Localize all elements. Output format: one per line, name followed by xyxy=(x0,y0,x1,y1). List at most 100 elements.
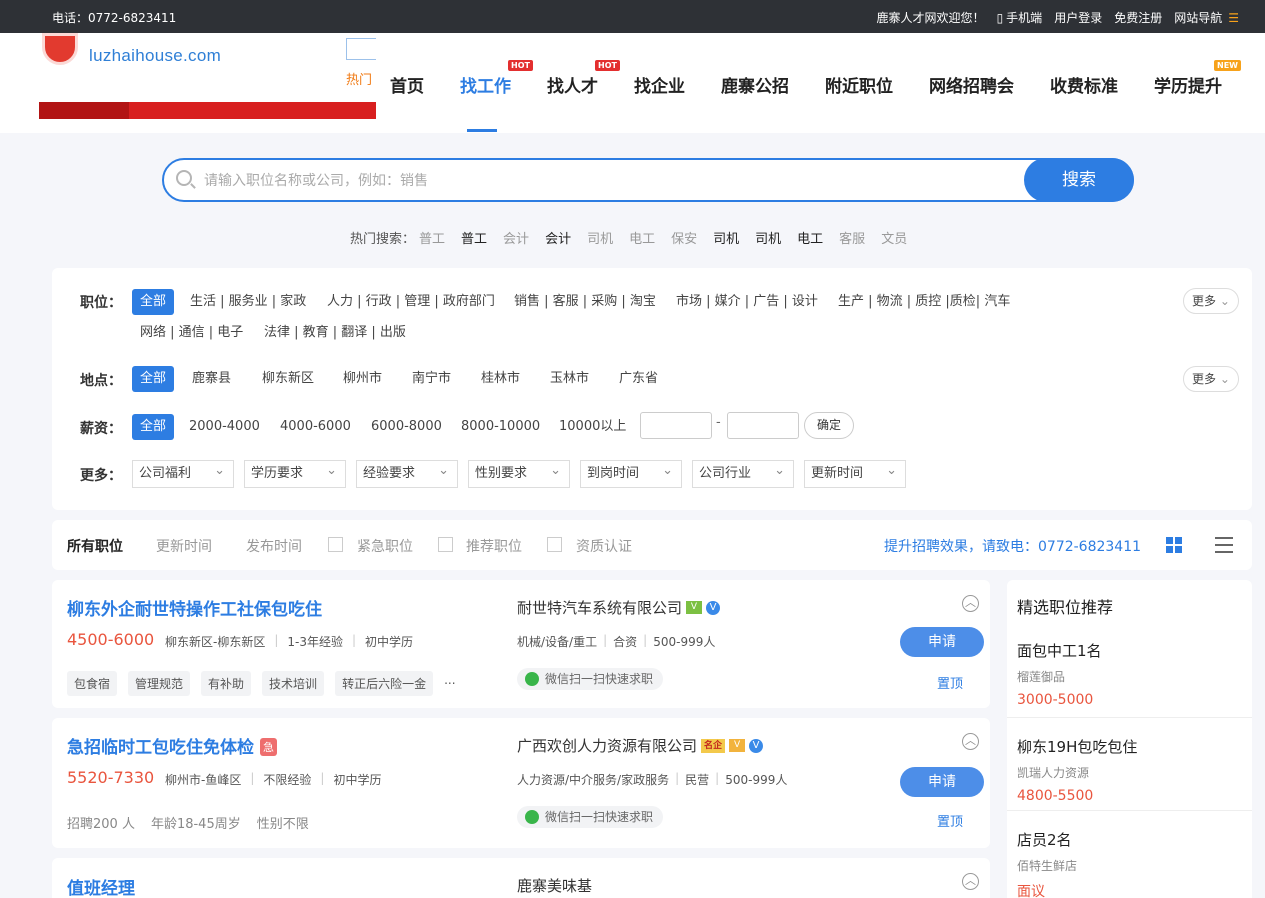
location-chip[interactable]: 玉林市 xyxy=(550,366,589,392)
recommended-job[interactable]: 柳东19H包吃包住 凯瑞人力资源 4800-5500 xyxy=(1007,717,1252,811)
position-more-button[interactable]: 更多 ⌄ xyxy=(1183,288,1239,314)
location-chip[interactable]: 广东省 xyxy=(619,366,658,392)
position-all-chip[interactable]: 全部 xyxy=(132,289,175,315)
search-button[interactable]: 搜索 xyxy=(1024,158,1134,202)
hot-search-label: 热门搜索： xyxy=(350,232,416,247)
company-name[interactable]: 耐世特汽车系统有限公司 V V xyxy=(517,597,721,618)
collapse-icon[interactable]: ︿ xyxy=(962,733,979,750)
hot-keyword[interactable]: 司机 xyxy=(713,228,739,247)
site-logo[interactable]: luzhaihouse.com xyxy=(39,33,376,119)
location-more-button[interactable]: 更多 ⌄ xyxy=(1183,366,1239,392)
position-chip[interactable]: 生产 | 物流 | 质控 |质检| 汽车 xyxy=(838,289,1010,315)
experience-select[interactable]: 经验要求 xyxy=(356,458,458,488)
hot-keyword[interactable]: 电工 xyxy=(629,228,655,247)
verified-icon: V xyxy=(749,738,764,753)
contact-phone: 电话：0772-6823411 xyxy=(52,11,177,25)
salary-chip[interactable]: 4000-6000 xyxy=(280,414,351,440)
more-tags: ... xyxy=(444,673,456,687)
search-input[interactable] xyxy=(204,170,1004,192)
nav-home[interactable]: 首页 xyxy=(390,72,424,97)
urgent-checkbox[interactable] xyxy=(328,537,343,552)
start-time-select[interactable]: 到岗时间 xyxy=(580,458,682,488)
hot-keyword[interactable]: 会计 xyxy=(545,228,571,247)
salary-max-input[interactable] xyxy=(727,412,799,439)
nav-job-fair[interactable]: 网络招聘会 xyxy=(929,72,1014,97)
register-link[interactable]: 免费注册 xyxy=(1114,9,1162,26)
sort-update-time[interactable]: 更新时间 xyxy=(156,536,212,556)
location-chip[interactable]: 鹿寨县 xyxy=(192,366,231,392)
wechat-apply[interactable]: 微信扫一扫快速求职 xyxy=(517,806,664,828)
job-card[interactable]: 急招临时工包吃住免体检急 5520-7330 柳州市-鱼峰区 | 不限经验 | 初中学历… xyxy=(52,718,990,848)
education-select[interactable]: 学历要求 xyxy=(244,458,346,488)
sort-all-jobs[interactable]: 所有职位 xyxy=(67,536,123,556)
hot-keyword[interactable]: 客服 xyxy=(839,228,865,247)
pin-top-link[interactable]: 置顶 xyxy=(937,673,963,692)
job-card[interactable]: 值班经理 鹿寨美味基 ︿ xyxy=(52,858,990,898)
hot-keyword[interactable]: 保安 xyxy=(671,228,697,247)
position-chip[interactable]: 人力 | 行政 | 管理 | 政府部门 xyxy=(327,289,495,315)
nav-find-job[interactable]: 找工作 HOT xyxy=(460,60,533,97)
recommended-job[interactable]: 面包中工1名 榴莲御品 3000-5000 xyxy=(1007,622,1252,718)
location-chip[interactable]: 柳州市 xyxy=(343,366,382,392)
position-chip[interactable]: 销售 | 客服 | 采购 | 淘宝 xyxy=(514,289,656,315)
salary-chip[interactable]: 8000-10000 xyxy=(461,414,540,440)
recommended-job-title[interactable]: 面包中工1名 xyxy=(1017,640,1102,661)
job-card[interactable]: 柳东外企耐世特操作工社保包吃住 4500-6000 柳东新区-柳东新区 | 1-3年… xyxy=(52,580,990,708)
industry-select[interactable]: 公司行业 xyxy=(692,458,794,488)
nav-education[interactable]: 学历提升 NEW xyxy=(1154,60,1241,97)
position-chip[interactable]: 法律 | 教育 | 翻译 | 出版 xyxy=(264,320,406,346)
hot-keyword[interactable]: 司机 xyxy=(755,228,781,247)
job-title[interactable]: 值班经理 xyxy=(67,874,135,898)
pin-top-link[interactable]: 置顶 xyxy=(937,811,963,830)
recommended-job[interactable]: 店员2名 佰特生鲜店 面议 xyxy=(1007,810,1252,898)
grid-view-icon[interactable] xyxy=(1166,537,1183,554)
salary-chip[interactable]: 10000以上 xyxy=(559,414,626,440)
salary-chip[interactable]: 6000-8000 xyxy=(371,414,442,440)
site-nav-link[interactable]: 网站导航 ☰ xyxy=(1174,9,1239,26)
recommended-job-title[interactable]: 柳东19H包吃包住 xyxy=(1017,736,1137,757)
nav-public-recruit[interactable]: 鹿寨公招 xyxy=(721,72,789,97)
salary-chip[interactable]: 2000-4000 xyxy=(189,414,260,440)
company-name[interactable]: 广西欢创人力资源有限公司 名企 V V xyxy=(517,735,764,756)
job-title[interactable]: 柳东外企耐世特操作工社保包吃住 xyxy=(67,595,322,620)
nav-find-company[interactable]: 找企业 xyxy=(634,72,685,97)
hot-keyword[interactable]: 文员 xyxy=(881,228,907,247)
nav-nearby-jobs[interactable]: 附近职位 xyxy=(825,72,893,97)
salary-all-chip[interactable]: 全部 xyxy=(132,414,175,440)
hot-keyword[interactable]: 电工 xyxy=(797,228,823,247)
update-time-select[interactable]: 更新时间 xyxy=(804,458,906,488)
location-chip[interactable]: 南宁市 xyxy=(412,366,451,392)
job-requirements: 招聘200 人年龄18-45周岁 性别不限 xyxy=(67,817,309,832)
gender-select[interactable]: 性别要求 xyxy=(468,458,570,488)
hot-keyword[interactable]: 普工 xyxy=(419,228,445,247)
collapse-icon[interactable]: ︿ xyxy=(962,873,979,890)
job-title[interactable]: 急招临时工包吃住免体检急 xyxy=(67,733,277,758)
nav-pricing[interactable]: 收费标准 xyxy=(1050,72,1118,97)
more-filter-label: 更多： xyxy=(80,468,122,484)
sort-publish-time[interactable]: 发布时间 xyxy=(246,536,302,556)
nav-find-talent[interactable]: 找人才 HOT xyxy=(547,60,620,97)
hot-keyword[interactable]: 普工 xyxy=(461,228,487,247)
recommend-checkbox[interactable] xyxy=(438,537,453,552)
position-chip[interactable]: 生活 | 服务业 | 家政 xyxy=(190,289,306,315)
location-chip[interactable]: 柳东新区 xyxy=(262,366,314,392)
company-name[interactable]: 鹿寨美味基 xyxy=(517,875,592,896)
hot-keyword[interactable]: 会计 xyxy=(503,228,529,247)
login-link[interactable]: 用户登录 xyxy=(1054,9,1102,26)
salary-min-input[interactable] xyxy=(640,412,712,439)
wechat-apply[interactable]: 微信扫一扫快速求职 xyxy=(517,668,664,690)
recommended-job-title[interactable]: 店员2名 xyxy=(1017,829,1072,850)
collapse-icon[interactable]: ︿ xyxy=(962,595,979,612)
position-chip[interactable]: 市场 | 媒介 | 广告 | 设计 xyxy=(676,289,818,315)
location-all-chip[interactable]: 全部 xyxy=(132,366,175,392)
apply-button[interactable]: 申请 xyxy=(900,767,984,797)
certified-checkbox[interactable] xyxy=(547,537,562,552)
apply-button[interactable]: 申请 xyxy=(900,627,984,657)
hot-keyword[interactable]: 司机 xyxy=(587,228,613,247)
location-chip[interactable]: 桂林市 xyxy=(481,366,520,392)
salary-confirm-button[interactable]: 确定 xyxy=(804,412,854,439)
benefits-select[interactable]: 公司福利 xyxy=(132,458,234,488)
position-chip[interactable]: 网络 | 通信 | 电子 xyxy=(140,320,243,346)
mobile-link[interactable]: ▯ 手机端 xyxy=(997,9,1043,26)
list-view-icon[interactable] xyxy=(1215,537,1233,553)
